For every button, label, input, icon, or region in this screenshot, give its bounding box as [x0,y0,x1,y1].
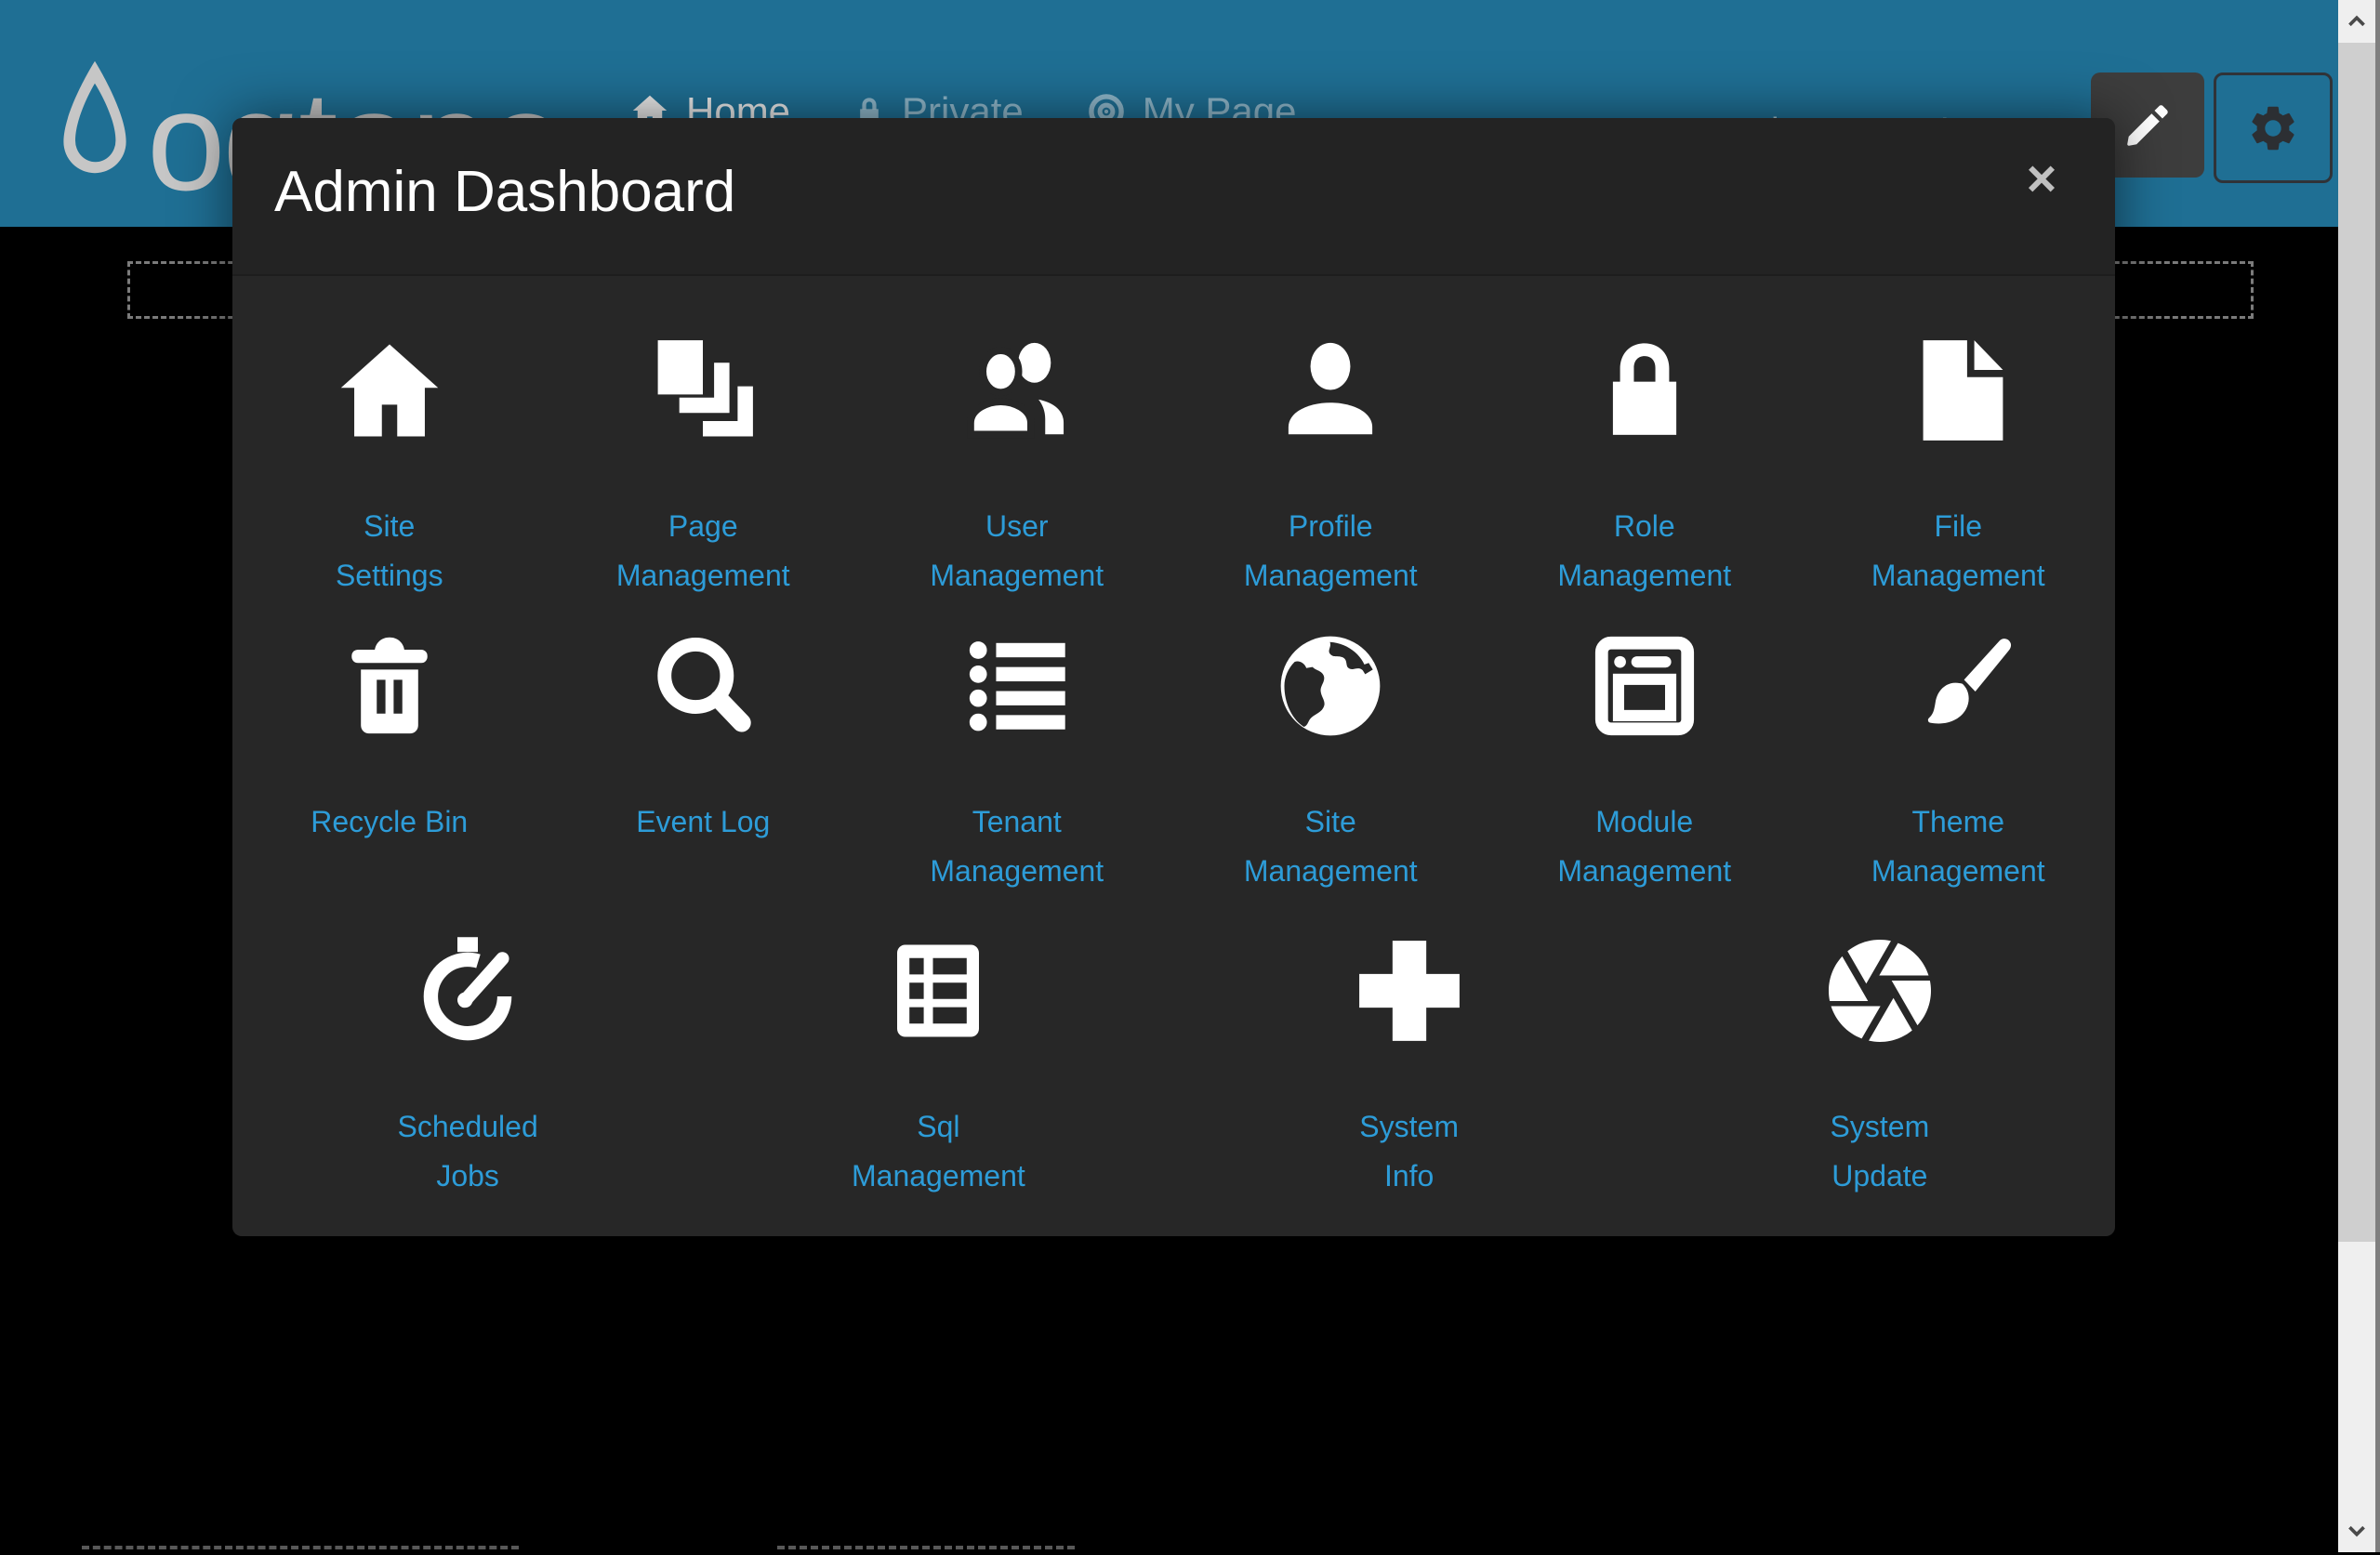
tile-site-settings[interactable]: SiteSettings [232,329,547,600]
close-icon[interactable]: × [2009,146,2074,211]
tile-event-log[interactable]: Event Log [547,625,861,896]
person-icon [1269,329,1392,452]
modal-header: Admin Dashboard × [232,118,2115,276]
tile-row-2: Recycle Bin Event Log TenantManagement [232,625,2115,896]
tile-site-management[interactable]: SiteManagement [1174,625,1488,896]
trash-icon [328,625,451,747]
gear-icon [2246,101,2300,155]
window-edge [2375,0,2380,1552]
clipped-content-fragment [777,1546,1075,1555]
lock-icon [1583,329,1706,452]
aperture-icon [1818,929,1941,1052]
tile-profile-management[interactable]: ProfileManagement [1174,329,1488,600]
settings-button[interactable] [2214,72,2333,183]
stopwatch-icon [406,929,529,1052]
pencil-icon [2121,99,2175,152]
tile-file-management[interactable]: FileManagement [1802,329,2116,600]
scroll-up-arrow[interactable] [2338,0,2375,43]
tile-recycle-bin[interactable]: Recycle Bin [232,625,547,896]
magnifier-icon [641,625,764,747]
chevron-down-icon [2345,1519,2369,1543]
tile-tenant-management[interactable]: TenantManagement [860,625,1174,896]
tile-sql-management[interactable]: SqlManagement [703,929,1173,1201]
water-drop-icon [56,45,134,203]
modal-title: Admin Dashboard [274,159,735,225]
tile-system-info[interactable]: SystemInfo [1174,929,1645,1201]
tile-user-management[interactable]: UserManagement [860,329,1174,600]
clipped-content-fragment [82,1546,519,1555]
tile-role-management[interactable]: RoleManagement [1488,329,1802,600]
users-icon [956,329,1078,452]
tile-theme-management[interactable]: ThemeManagement [1802,625,2116,896]
list-icon [956,625,1078,747]
file-icon [1897,329,2019,452]
globe-icon [1269,625,1392,747]
admin-dashboard-modal: Admin Dashboard × SiteSettings PageManag… [232,118,2115,1236]
chevron-up-icon [2345,9,2369,33]
tile-row-1: SiteSettings PageManagement UserManageme… [232,329,2115,600]
pages-icon [641,329,764,452]
tile-page-management[interactable]: PageManagement [547,329,861,600]
brush-icon [1897,625,2019,747]
plus-icon [1348,929,1471,1052]
tile-module-management[interactable]: ModuleManagement [1488,625,1802,896]
vertical-scrollbar [2338,0,2380,1552]
tile-scheduled-jobs[interactable]: ScheduledJobs [232,929,703,1201]
tile-row-3: ScheduledJobs SqlManagement SystemInfo S… [232,929,2115,1201]
window-icon [1583,625,1706,747]
scroll-down-arrow[interactable] [2338,1509,2375,1552]
table-icon [877,929,999,1052]
tile-system-update[interactable]: SystemUpdate [1645,929,2115,1201]
home-icon [328,329,451,452]
scrollbar-thumb[interactable] [2338,43,2375,1242]
